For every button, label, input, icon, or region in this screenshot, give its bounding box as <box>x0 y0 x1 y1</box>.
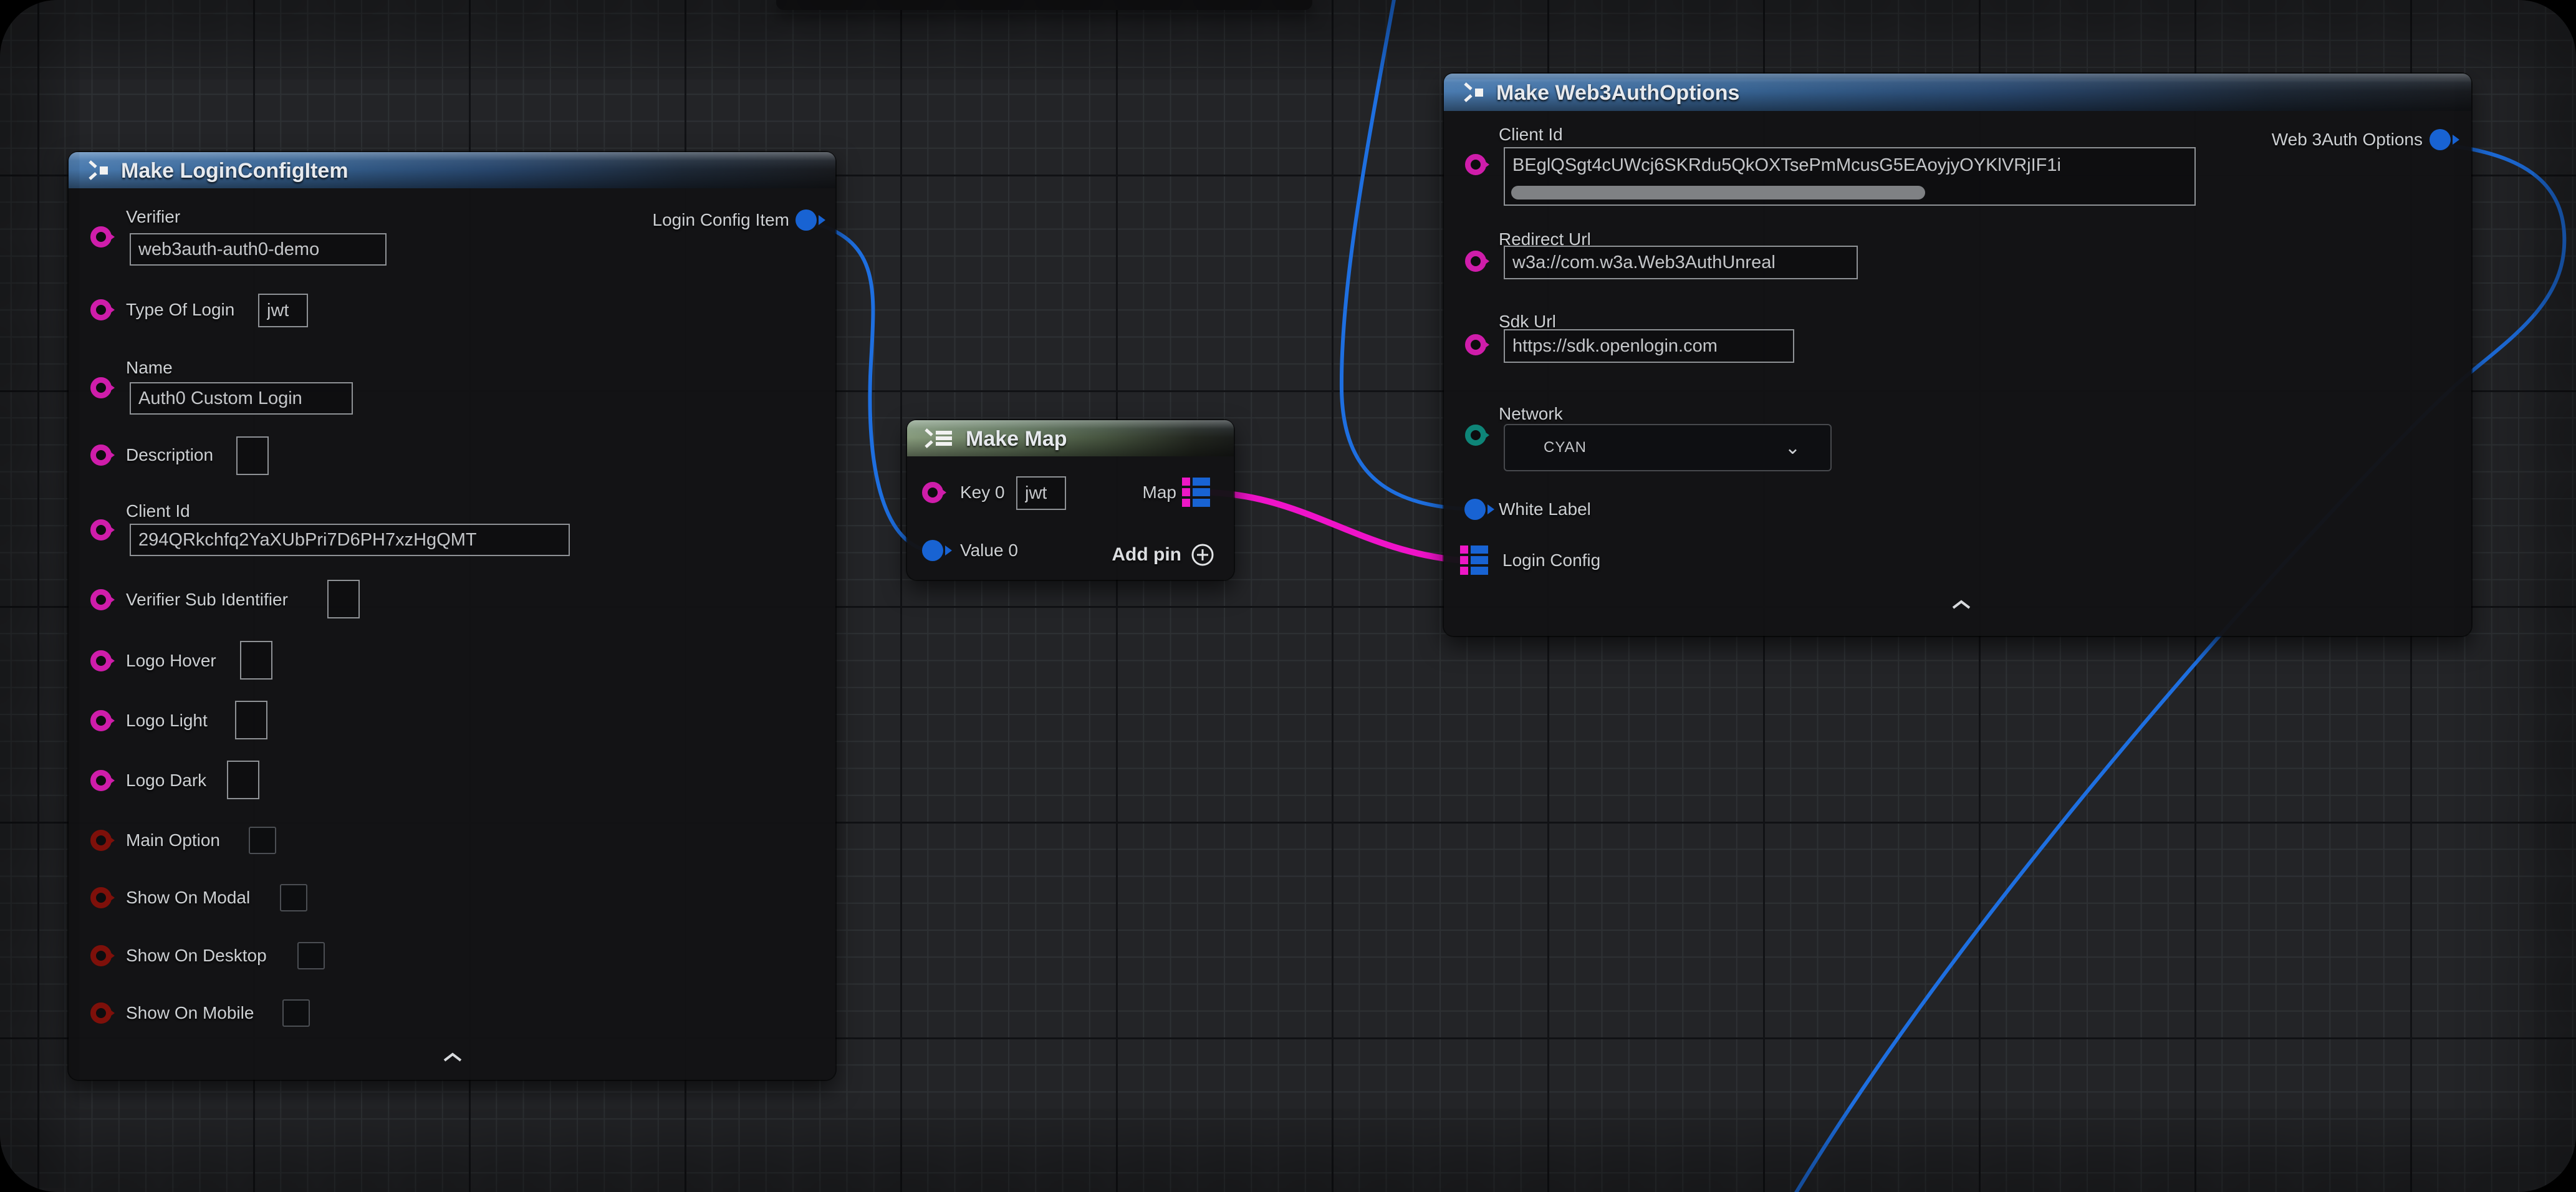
client-id-scrollbar[interactable] <box>1511 186 1925 199</box>
pin-label: Key 0 <box>960 483 1005 502</box>
output-pin-label: Map <box>1143 483 1176 502</box>
offscreen-node-edge[interactable] <box>776 0 1312 10</box>
type-of-login-input[interactable]: jwt <box>258 294 308 327</box>
input-pin-show-on-desktop[interactable] <box>90 945 112 966</box>
input-pin-redirect-url[interactable] <box>1465 251 1486 272</box>
redirect-url-input[interactable]: w3a://com.w3a.Web3AuthUnreal <box>1504 246 1858 279</box>
verifier-sub-identifier-input[interactable] <box>327 580 360 618</box>
node-make-map[interactable]: Make Map Key 0 jwt Map Value 0 Add pin <box>907 420 1234 580</box>
pin-label: Logo Dark <box>126 771 206 791</box>
input-pin-white-label[interactable] <box>1464 499 1486 520</box>
make-map-icon <box>922 426 957 451</box>
pin-label: Client Id <box>126 501 190 521</box>
add-pin-icon <box>1190 542 1215 567</box>
input-pin-verifier-sub-identifier[interactable] <box>90 589 112 610</box>
client-id-input[interactable]: BEglQSgt4cUWcj6SKRdu5QkOXTsePmMcusG5EAoy… <box>1504 147 2196 206</box>
pin-label: Value 0 <box>960 541 1018 560</box>
pin-label: Type Of Login <box>126 300 234 320</box>
output-pin-map[interactable] <box>1182 478 1210 507</box>
pin-label: Description <box>126 445 213 465</box>
input-pin-description[interactable] <box>90 445 112 466</box>
input-pin-type-of-login[interactable] <box>90 299 112 320</box>
chevron-down-icon: ⌄ <box>1785 437 1800 459</box>
sdk-url-input[interactable]: https://sdk.openlogin.com <box>1504 329 1794 363</box>
node-header[interactable]: Make Map <box>907 420 1234 456</box>
add-pin-button[interactable]: Add pin <box>1112 542 1215 567</box>
input-pin-verifier[interactable] <box>90 226 112 248</box>
pin-label: Main Option <box>126 830 220 850</box>
pin-label: Logo Light <box>126 711 208 731</box>
description-input[interactable] <box>236 436 269 475</box>
show-on-mobile-checkbox[interactable] <box>282 999 310 1027</box>
input-pin-show-on-modal[interactable] <box>90 887 112 908</box>
network-dropdown[interactable]: CYAN ⌄ <box>1504 424 1832 471</box>
show-on-desktop-checkbox[interactable] <box>297 942 325 969</box>
input-pin-client-id[interactable] <box>1465 154 1486 175</box>
logo-light-input[interactable] <box>235 701 267 739</box>
input-pin-main-option[interactable] <box>90 830 112 851</box>
key0-input[interactable]: jwt <box>1016 476 1066 510</box>
input-pin-value0[interactable] <box>922 540 943 561</box>
node-make-loginconfigitem[interactable]: Make LoginConfigItem Login Config Item V… <box>69 152 835 1080</box>
input-pin-logo-hover[interactable] <box>90 650 112 671</box>
input-pin-show-on-mobile[interactable] <box>90 1002 112 1024</box>
output-pin-web3auth-options[interactable] <box>2429 129 2451 150</box>
node-title: Make Map <box>966 427 1067 451</box>
node-title: Make Web3AuthOptions <box>1496 81 1739 105</box>
input-pin-client-id[interactable] <box>90 519 112 541</box>
input-pin-network[interactable] <box>1465 425 1486 446</box>
pin-label: Client Id <box>1499 125 1563 145</box>
input-pin-key0[interactable] <box>922 482 943 503</box>
input-pin-name[interactable] <box>90 377 112 398</box>
input-pin-sdk-url[interactable] <box>1465 334 1486 355</box>
main-option-checkbox[interactable] <box>249 827 276 854</box>
node-title: Make LoginConfigItem <box>121 159 348 183</box>
pin-label: Network <box>1499 404 1563 424</box>
blueprint-canvas[interactable]: Make LoginConfigItem Login Config Item V… <box>0 0 2576 1192</box>
pin-label: White Label <box>1499 499 1591 519</box>
output-pin-label: Login Config Item <box>653 210 789 230</box>
pin-label: Verifier <box>126 207 180 227</box>
make-struct-icon <box>85 158 113 183</box>
node-make-web3authoptions[interactable]: Make Web3AuthOptions Web 3Auth Options C… <box>1444 74 2471 636</box>
client-id-input[interactable]: 294QRkchfq2YaXUbPri7D6PH7xzHgQMT <box>130 524 570 556</box>
pin-label: Login Config <box>1502 550 1600 570</box>
pin-label: Logo Hover <box>126 651 216 671</box>
add-pin-label: Add pin <box>1112 544 1181 565</box>
pin-label: Verifier Sub Identifier <box>126 590 288 610</box>
collapse-caret[interactable] <box>1950 598 1973 611</box>
collapse-caret[interactable] <box>441 1051 464 1064</box>
pin-label: Show On Mobile <box>126 1003 254 1023</box>
network-selected-value: CYAN <box>1505 439 1587 456</box>
logo-dark-input[interactable] <box>227 761 259 799</box>
show-on-modal-checkbox[interactable] <box>280 884 307 911</box>
verifier-input[interactable]: web3auth-auth0-demo <box>130 233 387 266</box>
pin-label: Show On Modal <box>126 888 250 908</box>
pin-label: Name <box>126 358 173 378</box>
make-struct-icon <box>1460 80 1489 105</box>
output-pin-label: Web 3Auth Options <box>2272 130 2423 150</box>
pin-label: Show On Desktop <box>126 946 267 966</box>
input-pin-login-config[interactable] <box>1460 546 1488 575</box>
name-input[interactable]: Auth0 Custom Login <box>130 382 353 415</box>
input-pin-logo-light[interactable] <box>90 710 112 731</box>
input-pin-logo-dark[interactable] <box>90 770 112 791</box>
output-pin-login-config-item[interactable] <box>795 209 817 231</box>
node-header[interactable]: Make LoginConfigItem <box>69 152 835 188</box>
node-header[interactable]: Make Web3AuthOptions <box>1444 74 2471 111</box>
logo-hover-input[interactable] <box>240 641 272 680</box>
